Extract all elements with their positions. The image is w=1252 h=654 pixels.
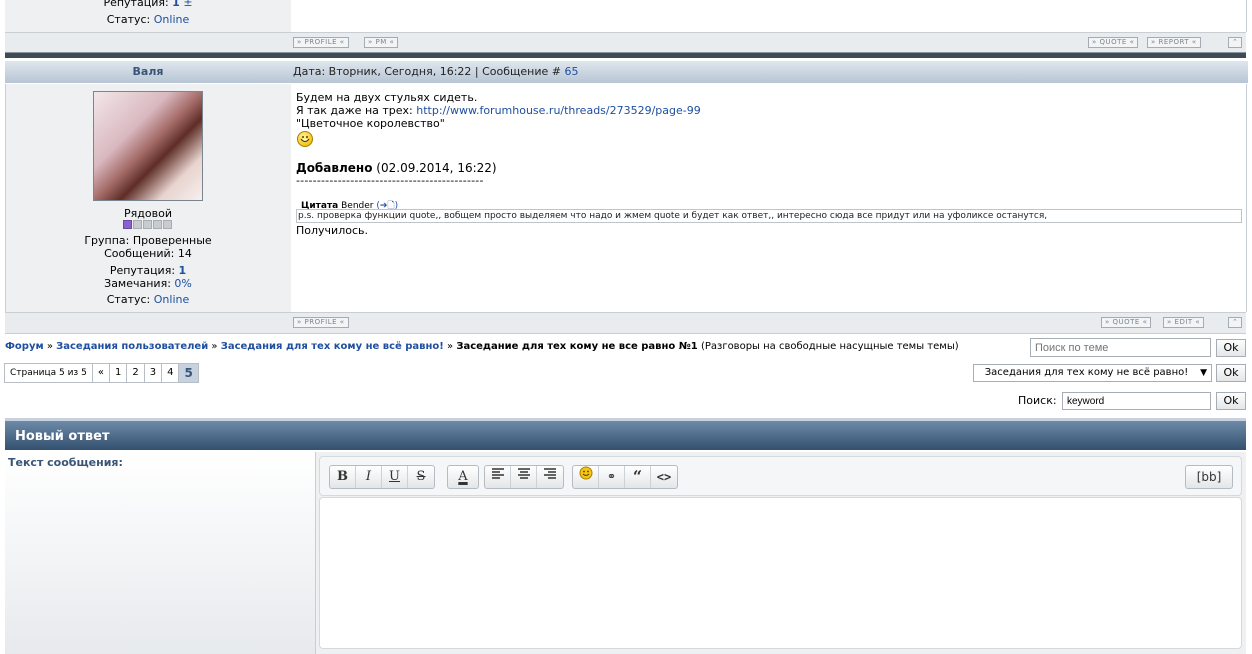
message-textarea[interactable] <box>319 497 1242 649</box>
prev-post-footer: » PROFILE « » PM « » QUOTE « » REPORT « … <box>5 32 1246 53</box>
quote-button[interactable]: » QUOTE « <box>1101 317 1152 328</box>
post-divider: ----------------------------------------… <box>296 174 484 187</box>
pager-page-4[interactable]: 4 <box>162 364 180 382</box>
post-line-3: "Цветочное королевство" <box>296 117 445 130</box>
breadcrumb: Форум » Заседания пользователей » Заседа… <box>5 341 959 352</box>
search-input[interactable] <box>1062 392 1211 410</box>
pager-page-2[interactable]: 2 <box>127 364 145 382</box>
post-line-1: Будем на двух стульях сидеть. <box>296 91 478 104</box>
dropdown-arrow-icon: ▼ <box>1200 368 1207 378</box>
pager-page-3[interactable]: 3 <box>144 364 163 382</box>
quote-icon[interactable]: “ <box>625 466 651 488</box>
search-ok-button[interactable]: Ok <box>1216 392 1246 410</box>
user-status: Статус: Online <box>106 293 190 306</box>
reputation-change-icon[interactable]: ± <box>183 0 192 9</box>
breadcrumb-forum[interactable]: Форум <box>5 341 44 352</box>
align-left-icon[interactable] <box>485 466 511 488</box>
profile-button[interactable]: » PROFILE « <box>293 317 349 328</box>
rank-star-icon <box>123 220 132 229</box>
reply-title: Новый ответ <box>5 418 1246 450</box>
rank-star-icon <box>133 220 142 229</box>
user-reputation: Репутация: 1 <box>109 264 187 277</box>
smiley-icon[interactable] <box>573 466 599 488</box>
prev-pm-button[interactable]: » PM « <box>364 37 399 48</box>
user-warnings: Замечания: 0% <box>104 277 192 290</box>
align-center-icon[interactable] <box>511 466 537 488</box>
insert-group: ⚭ “ <> <box>572 465 678 489</box>
quote-text: p.s. проверка функции quote,, вобщем про… <box>296 209 1242 223</box>
smile-emoji-icon <box>297 131 313 147</box>
prev-quote-button[interactable]: » QUOTE « <box>1088 37 1139 48</box>
post-header: Дата: Вторник, Сегодня, 16:22 | Сообщени… <box>291 61 1248 83</box>
post-number-link[interactable]: 65 <box>564 65 578 78</box>
pager: Страница 5 из 5 « 1 2 3 4 5 <box>4 363 199 383</box>
user-rank: Рядовой <box>124 207 172 220</box>
message-label: Текст сообщения: <box>8 456 123 469</box>
post-added: Добавлено (02.09.2014, 16:22) <box>296 161 497 175</box>
prev-post-userinfo: Репутация: 1 ± Статус: Online <box>5 0 292 32</box>
italic-icon[interactable]: I <box>356 466 382 488</box>
post-line-2: Я так даже на трех: http://www.forumhous… <box>296 104 701 117</box>
post-separator <box>5 52 1246 58</box>
align-group <box>484 465 564 489</box>
bold-icon[interactable]: B <box>330 466 356 488</box>
format-group: B I U S <box>329 465 435 489</box>
status-value: Online <box>153 293 190 306</box>
breadcrumb-section2[interactable]: Заседания для тех кому не всё равно! <box>221 341 444 352</box>
prev-reputation: Репутация: 1 ± <box>5 0 291 9</box>
bb-toggle-button[interactable]: [bb] <box>1185 465 1233 489</box>
post-link[interactable]: http://www.forumhouse.ru/threads/273529/… <box>416 104 701 117</box>
reputation-value[interactable]: 1 <box>179 264 187 277</box>
warnings-value[interactable]: 0% <box>174 277 191 290</box>
forum-jump-ok-button[interactable]: Ok <box>1216 364 1246 382</box>
topic-search-input[interactable] <box>1030 338 1211 357</box>
link-icon[interactable]: ⚭ <box>599 466 625 488</box>
pager-label: Страница 5 из 5 <box>5 364 93 382</box>
rank-star-icon <box>153 220 162 229</box>
pager-current: 5 <box>179 364 198 382</box>
post-closing: Получилось. <box>296 224 368 237</box>
code-icon[interactable]: <> <box>651 466 677 488</box>
underline-icon[interactable]: U <box>382 466 408 488</box>
breadcrumb-description: (Разговоры на свободные насущные темы те… <box>700 341 959 352</box>
user-messages: Сообщений: 14 <box>104 247 192 260</box>
prev-status: Статус: Online <box>106 13 190 26</box>
text-color-icon[interactable]: A <box>448 466 478 488</box>
forum-jump-select[interactable]: Заседания для тех кому не всё равно! ▼ <box>973 364 1212 382</box>
user-group: Группа: Проверенные <box>84 234 212 247</box>
rank-stars <box>5 220 291 229</box>
editor-toolbar: B I U S A ⚭ “ <> [bb] <box>319 456 1242 496</box>
breadcrumb-current: Заседание для тех кому не все равно №1 <box>456 341 698 352</box>
pager-page-1[interactable]: 1 <box>109 364 128 382</box>
scroll-top-icon[interactable]: ⌃ <box>1228 37 1243 48</box>
prev-post-body <box>291 0 1247 32</box>
rank-star-icon <box>143 220 152 229</box>
search-label: Поиск: <box>1018 394 1057 407</box>
post-footer: » PROFILE « » QUOTE « » EDIT « ⌃ <box>5 312 1246 334</box>
prev-reputation-value[interactable]: 1 <box>172 0 180 9</box>
prev-report-button[interactable]: » REPORT « <box>1147 37 1201 48</box>
post-author[interactable]: Валя <box>5 61 292 83</box>
align-right-icon[interactable] <box>537 466 563 488</box>
avatar <box>93 91 203 201</box>
rank-star-icon <box>163 220 172 229</box>
strikethrough-icon[interactable]: S <box>408 466 434 488</box>
color-group: A <box>447 465 479 489</box>
edit-button[interactable]: » EDIT « <box>1163 317 1205 328</box>
pager-prev[interactable]: « <box>92 364 110 382</box>
scroll-top-icon[interactable]: ⌃ <box>1228 317 1243 328</box>
prev-status-value: Online <box>153 13 190 26</box>
prev-profile-button[interactable]: » PROFILE « <box>293 37 349 48</box>
topic-search-ok-button[interactable]: Ok <box>1216 339 1246 357</box>
breadcrumb-section1[interactable]: Заседания пользователей <box>56 341 208 352</box>
reply-label-cell: Текст сообщения: <box>5 452 316 654</box>
